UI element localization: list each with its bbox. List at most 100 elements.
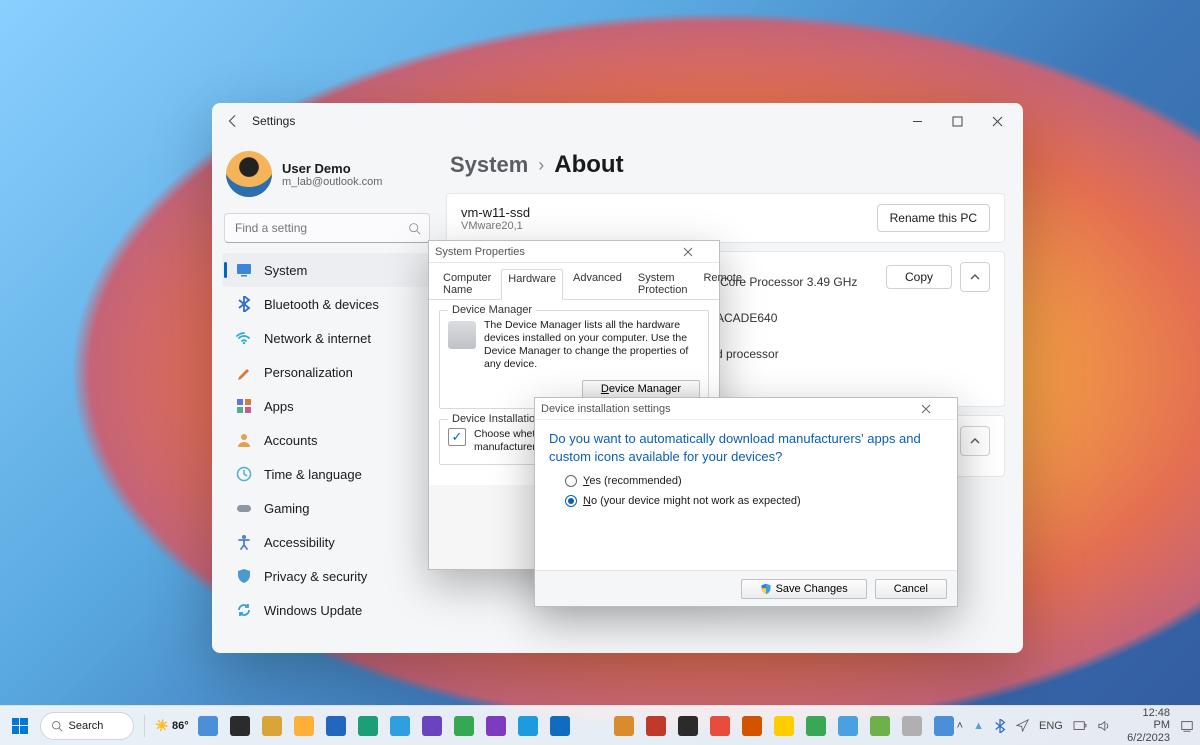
device-manager-button[interactable]: Device Manager bbox=[582, 380, 700, 398]
nav-item-accounts[interactable]: Accounts bbox=[222, 423, 436, 457]
taskbar-app[interactable] bbox=[387, 713, 413, 739]
arrow-left-icon bbox=[226, 114, 240, 128]
taskbar-app[interactable] bbox=[739, 713, 765, 739]
radio-no[interactable]: No (your device might not work as expect… bbox=[535, 491, 957, 511]
sysprop-close-button[interactable] bbox=[683, 247, 713, 257]
tray-notifications-icon[interactable] bbox=[1180, 719, 1194, 733]
app-icon bbox=[486, 716, 506, 736]
start-button[interactable] bbox=[6, 712, 34, 740]
back-button[interactable] bbox=[218, 106, 248, 136]
find-setting-search[interactable] bbox=[224, 213, 430, 243]
close-button[interactable] bbox=[977, 106, 1017, 136]
taskbar-app[interactable] bbox=[803, 713, 829, 739]
tray-network-icon[interactable] bbox=[1073, 720, 1087, 732]
app-icon bbox=[806, 716, 826, 736]
breadcrumb-current: About bbox=[554, 151, 623, 179]
weather-temp: 86° bbox=[172, 720, 189, 732]
radio-yes-label: Yes (recommended) bbox=[583, 475, 682, 487]
taskbar-app[interactable] bbox=[579, 713, 605, 739]
taskbar-app[interactable] bbox=[931, 713, 957, 739]
minimize-button[interactable] bbox=[897, 106, 937, 136]
taskbar-app[interactable] bbox=[195, 713, 221, 739]
user-panel[interactable]: User Demo m_lab@outlook.com bbox=[222, 145, 436, 209]
update-icon bbox=[236, 602, 252, 618]
nav-label: Privacy & security bbox=[264, 569, 367, 584]
tray-bluetooth-icon[interactable] bbox=[994, 719, 1006, 733]
taskbar-app[interactable] bbox=[835, 713, 861, 739]
taskbar-app[interactable] bbox=[643, 713, 669, 739]
search-input[interactable] bbox=[233, 220, 408, 236]
close-icon bbox=[992, 116, 1003, 127]
avatar bbox=[226, 151, 272, 197]
copy-button[interactable]: Copy bbox=[886, 265, 952, 289]
taskbar-clock[interactable]: 12:48 PM 6/2/2023 bbox=[1127, 707, 1170, 743]
nav-label: System bbox=[264, 263, 307, 278]
app-icon bbox=[326, 716, 346, 736]
taskbar-app[interactable] bbox=[867, 713, 893, 739]
nav-item-gaming[interactable]: Gaming bbox=[222, 491, 436, 525]
cancel-button[interactable]: Cancel bbox=[875, 579, 947, 599]
search-icon bbox=[51, 720, 63, 732]
nav-item-bluetooth-devices[interactable]: Bluetooth & devices bbox=[222, 287, 436, 321]
nav-label: Gaming bbox=[264, 501, 310, 516]
device-manager-desc: The Device Manager lists all the hardwar… bbox=[484, 319, 700, 372]
taskbar-app[interactable] bbox=[611, 713, 637, 739]
desktop-wallpaper: Settings User Demo m_lab@outlook.com bbox=[0, 0, 1200, 745]
taskbar-app[interactable] bbox=[547, 713, 573, 739]
app-icon bbox=[870, 716, 890, 736]
nav-item-privacy-security[interactable]: Privacy & security bbox=[222, 559, 436, 593]
tray-chevron-up-icon[interactable]: ˄ bbox=[957, 720, 963, 732]
tray-location-icon[interactable] bbox=[1016, 719, 1029, 732]
sysprop-tab-advanced[interactable]: Advanced bbox=[567, 269, 628, 299]
nav-label: Time & language bbox=[264, 467, 362, 482]
clock-time: 12:48 PM bbox=[1127, 707, 1170, 731]
settings-titlebar: Settings bbox=[212, 103, 1023, 139]
taskbar-app[interactable] bbox=[451, 713, 477, 739]
collapse-button-2[interactable] bbox=[960, 426, 990, 456]
app-icon bbox=[198, 716, 218, 736]
app-icon bbox=[742, 716, 762, 736]
nav-item-apps[interactable]: Apps bbox=[222, 389, 436, 423]
taskbar-app[interactable] bbox=[323, 713, 349, 739]
tray-volume-icon[interactable] bbox=[1097, 720, 1111, 732]
close-icon bbox=[683, 247, 693, 257]
taskbar-search[interactable]: Search bbox=[40, 712, 135, 740]
taskbar-app[interactable] bbox=[355, 713, 381, 739]
taskbar-app[interactable] bbox=[771, 713, 797, 739]
sysprop-tab-system-protection[interactable]: System Protection bbox=[632, 269, 694, 299]
taskbar-app[interactable] bbox=[419, 713, 445, 739]
tray-language[interactable]: ENG bbox=[1039, 720, 1063, 732]
nav-item-time-language[interactable]: Time & language bbox=[222, 457, 436, 491]
taskbar-app[interactable] bbox=[515, 713, 541, 739]
nav-item-personalization[interactable]: Personalization bbox=[222, 355, 436, 389]
app-icon bbox=[422, 716, 442, 736]
collapse-button[interactable] bbox=[960, 262, 990, 292]
taskbar-app[interactable] bbox=[899, 713, 925, 739]
app-icon bbox=[230, 716, 250, 736]
radio-yes[interactable]: Yes (recommended) bbox=[535, 471, 957, 491]
nav-item-accessibility[interactable]: Accessibility bbox=[222, 525, 436, 559]
nav-item-system[interactable]: System bbox=[222, 253, 436, 287]
taskbar-app[interactable] bbox=[291, 713, 317, 739]
taskbar-app[interactable] bbox=[675, 713, 701, 739]
taskbar-app[interactable] bbox=[259, 713, 285, 739]
tray-onedrive-icon[interactable]: ▲ bbox=[973, 720, 984, 732]
rename-pc-button[interactable]: Rename this PC bbox=[877, 204, 990, 232]
breadcrumb-parent[interactable]: System bbox=[450, 152, 528, 178]
nav-item-windows-update[interactable]: Windows Update bbox=[222, 593, 436, 627]
sysprop-tab-computer-name[interactable]: Computer Name bbox=[437, 269, 497, 299]
chevron-up-icon bbox=[970, 272, 980, 282]
dis-close-button[interactable] bbox=[921, 404, 951, 414]
taskbar-app[interactable] bbox=[483, 713, 509, 739]
taskbar-app[interactable] bbox=[707, 713, 733, 739]
taskbar-app[interactable] bbox=[227, 713, 253, 739]
maximize-button[interactable] bbox=[937, 106, 977, 136]
nav-item-network-internet[interactable]: Network & internet bbox=[222, 321, 436, 355]
save-changes-button[interactable]: Save Changes bbox=[741, 579, 867, 599]
sysprop-tab-hardware[interactable]: Hardware bbox=[501, 269, 563, 300]
app-icon bbox=[902, 716, 922, 736]
wifi-icon bbox=[236, 330, 252, 346]
taskbar-pinned-apps bbox=[195, 713, 957, 739]
taskbar-weather[interactable]: ☀️ 86° bbox=[149, 719, 194, 732]
sysprop-tab-remote[interactable]: Remote bbox=[697, 269, 748, 299]
